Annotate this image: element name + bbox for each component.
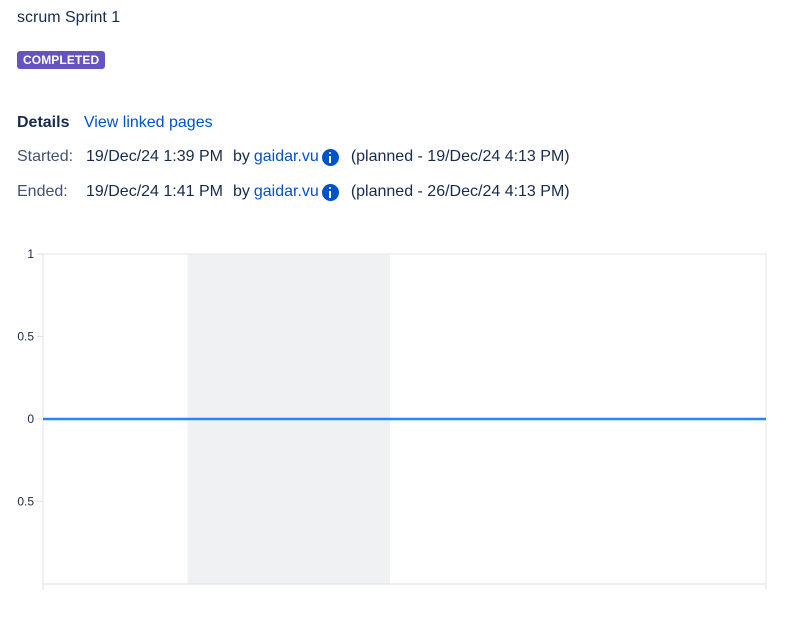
y-tick-label: 0 — [27, 412, 34, 426]
y-tick-label: 0.5 — [17, 330, 34, 344]
view-linked-pages-link[interactable]: View linked pages — [84, 114, 213, 131]
started-time: 19/Dec/24 1:39 PM — [86, 148, 223, 165]
sprint-title: scrum Sprint 1 — [17, 9, 121, 26]
details-row: Details View linked pages — [17, 114, 213, 132]
started-user-link[interactable]: gaidar.vu — [254, 148, 319, 166]
ended-by-label: by — [232, 183, 250, 200]
ended-time: 19/Dec/24 1:41 PM — [86, 183, 223, 200]
ended-user-link[interactable]: gaidar.vu — [254, 183, 319, 201]
info-icon[interactable] — [321, 183, 339, 201]
started-by-label: by — [232, 148, 250, 165]
started-row: Started: 19/Dec/24 1:39 PM by gaidar.vu … — [17, 148, 570, 166]
status-badge: COMPLETED — [17, 51, 106, 69]
ended-label: Ended: — [17, 183, 68, 200]
ended-planned: (planned - 26/Dec/24 4:13 PM) — [350, 183, 570, 200]
started-planned: (planned - 19/Dec/24 4:13 PM) — [350, 148, 570, 165]
details-label: Details — [17, 114, 70, 131]
y-tick-label: 1 — [27, 247, 34, 261]
y-tick-label: 0.5 — [17, 495, 34, 509]
ended-row: Ended: 19/Dec/24 1:41 PM by gaidar.vu (p… — [17, 183, 570, 201]
sprint-report-chart: 1 0.5 0 0.5 — [17, 247, 767, 590]
started-label: Started: — [17, 148, 74, 165]
info-icon[interactable] — [321, 148, 339, 166]
